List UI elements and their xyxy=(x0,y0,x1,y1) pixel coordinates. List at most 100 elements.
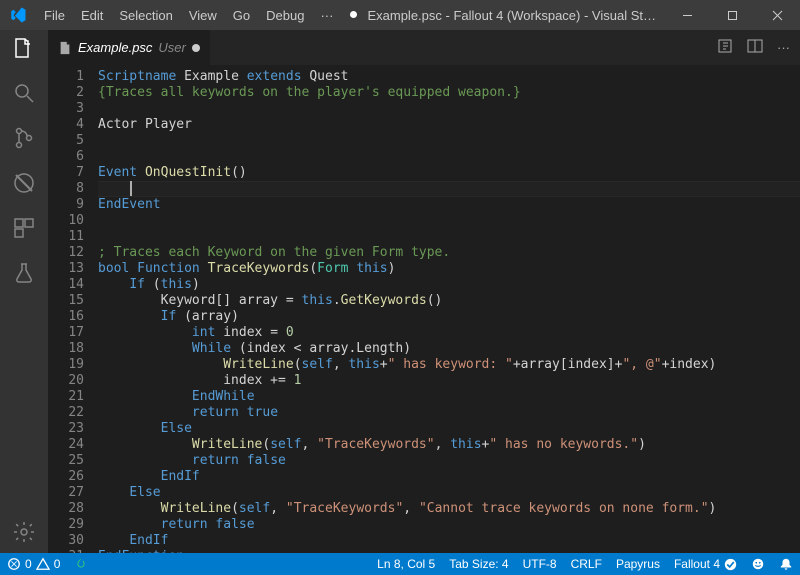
code-line[interactable]: Else xyxy=(98,485,800,501)
line-number: 28 xyxy=(48,501,84,517)
line-number: 27 xyxy=(48,485,84,501)
status-feedback-icon[interactable] xyxy=(744,553,772,575)
code-line[interactable] xyxy=(98,181,800,197)
code-line[interactable]: int index = 0 xyxy=(98,325,800,341)
code-editor[interactable]: 1234567891011121314151617181920212223242… xyxy=(48,65,800,553)
menu-debug[interactable]: Debug xyxy=(258,8,312,23)
code-line[interactable] xyxy=(98,133,800,149)
code-line[interactable] xyxy=(98,229,800,245)
menu-file[interactable]: File xyxy=(36,8,73,23)
status-game[interactable]: Fallout 4 xyxy=(667,553,744,575)
code-line[interactable] xyxy=(98,213,800,229)
line-number: 15 xyxy=(48,293,84,309)
code-line[interactable]: EndEvent xyxy=(98,197,800,213)
code-line[interactable]: Event OnQuestInit() xyxy=(98,165,800,181)
line-number: 26 xyxy=(48,469,84,485)
line-number: 5 xyxy=(48,133,84,149)
maximize-button[interactable] xyxy=(710,0,755,30)
line-number: 4 xyxy=(48,117,84,133)
menu-···[interactable]: ··· xyxy=(312,8,341,23)
menu-selection[interactable]: Selection xyxy=(111,8,180,23)
dirty-indicator-icon xyxy=(350,11,357,18)
file-icon xyxy=(58,41,72,55)
line-gutter: 1234567891011121314151617181920212223242… xyxy=(48,65,98,553)
line-number: 16 xyxy=(48,309,84,325)
code-line[interactable]: Scriptname Example extends Quest xyxy=(98,69,800,85)
close-button[interactable] xyxy=(755,0,800,30)
explorer-icon[interactable] xyxy=(12,36,36,63)
tab-filename: Example.psc xyxy=(78,40,152,55)
settings-gear-icon[interactable] xyxy=(12,520,36,547)
code-line[interactable]: index += 1 xyxy=(98,373,800,389)
window-title: Example.psc - Fallout 4 (Workspace) - Vi… xyxy=(341,8,665,23)
line-number: 18 xyxy=(48,341,84,357)
code-line[interactable]: If (this) xyxy=(98,277,800,293)
status-eol[interactable]: CRLF xyxy=(564,553,609,575)
tab-example-psc[interactable]: Example.psc User xyxy=(48,30,211,65)
code-line[interactable]: return true xyxy=(98,405,800,421)
status-encoding[interactable]: UTF-8 xyxy=(516,553,564,575)
status-flame-icon[interactable] xyxy=(67,553,95,575)
code-line[interactable]: EndIf xyxy=(98,469,800,485)
code-line[interactable]: EndWhile xyxy=(98,389,800,405)
status-bell-icon[interactable] xyxy=(772,553,800,575)
line-number: 10 xyxy=(48,213,84,229)
code-line[interactable]: EndIf xyxy=(98,533,800,549)
line-number: 21 xyxy=(48,389,84,405)
beaker-icon[interactable] xyxy=(12,261,36,288)
status-problems[interactable]: 0 0 xyxy=(0,553,67,575)
menu-view[interactable]: View xyxy=(181,8,225,23)
code-line[interactable]: WriteLine(self, "TraceKeywords", "Cannot… xyxy=(98,501,800,517)
code-line[interactable]: If (array) xyxy=(98,309,800,325)
minimize-button[interactable] xyxy=(665,0,710,30)
line-number: 3 xyxy=(48,101,84,117)
extensions-icon[interactable] xyxy=(12,216,36,243)
code-line[interactable]: ; Traces each Keyword on the given Form … xyxy=(98,245,800,261)
tab-descriptor: User xyxy=(158,40,185,55)
line-number: 1 xyxy=(48,69,84,85)
code-line[interactable]: return false xyxy=(98,517,800,533)
line-number: 24 xyxy=(48,437,84,453)
line-number: 13 xyxy=(48,261,84,277)
line-number: 7 xyxy=(48,165,84,181)
code-line[interactable]: Actor Player xyxy=(98,117,800,133)
line-number: 25 xyxy=(48,453,84,469)
status-indentation[interactable]: Tab Size: 4 xyxy=(442,553,515,575)
code-line[interactable]: WriteLine(self, this+" has keyword: "+ar… xyxy=(98,357,800,373)
line-number: 20 xyxy=(48,373,84,389)
line-number: 12 xyxy=(48,245,84,261)
line-number: 29 xyxy=(48,517,84,533)
more-actions-icon[interactable]: ··· xyxy=(777,40,790,55)
menu-edit[interactable]: Edit xyxy=(73,8,111,23)
dirty-dot-icon xyxy=(192,44,200,52)
vscode-logo xyxy=(0,6,36,24)
code-line[interactable]: return false xyxy=(98,453,800,469)
line-number: 31 xyxy=(48,549,84,553)
status-language[interactable]: Papyrus xyxy=(609,553,667,575)
code-line[interactable]: Keyword[] array = this.GetKeywords() xyxy=(98,293,800,309)
code-line[interactable] xyxy=(98,149,800,165)
code-line[interactable] xyxy=(98,101,800,117)
line-number: 14 xyxy=(48,277,84,293)
debug-icon[interactable] xyxy=(12,171,36,198)
line-number: 19 xyxy=(48,357,84,373)
search-icon[interactable] xyxy=(12,81,36,108)
line-number: 6 xyxy=(48,149,84,165)
menu-bar: FileEditSelectionViewGoDebug··· xyxy=(36,8,341,23)
code-line[interactable]: bool Function TraceKeywords(Form this) xyxy=(98,261,800,277)
code-line[interactable]: Else xyxy=(98,421,800,437)
status-cursor-position[interactable]: Ln 8, Col 5 xyxy=(370,553,442,575)
source-control-icon[interactable] xyxy=(12,126,36,153)
activity-bar xyxy=(0,30,48,553)
code-line[interactable]: While (index < array.Length) xyxy=(98,341,800,357)
split-editor-icon[interactable] xyxy=(747,38,763,57)
code-line[interactable]: EndFunction xyxy=(98,549,800,553)
line-number: 30 xyxy=(48,533,84,549)
menu-go[interactable]: Go xyxy=(225,8,258,23)
compare-changes-icon[interactable] xyxy=(717,38,733,57)
code-line[interactable]: WriteLine(self, "TraceKeywords", this+" … xyxy=(98,437,800,453)
code-line[interactable]: {Traces all keywords on the player's equ… xyxy=(98,85,800,101)
line-number: 2 xyxy=(48,85,84,101)
editor-group: Example.psc User ··· 1234567891011121314… xyxy=(48,30,800,553)
line-number: 22 xyxy=(48,405,84,421)
